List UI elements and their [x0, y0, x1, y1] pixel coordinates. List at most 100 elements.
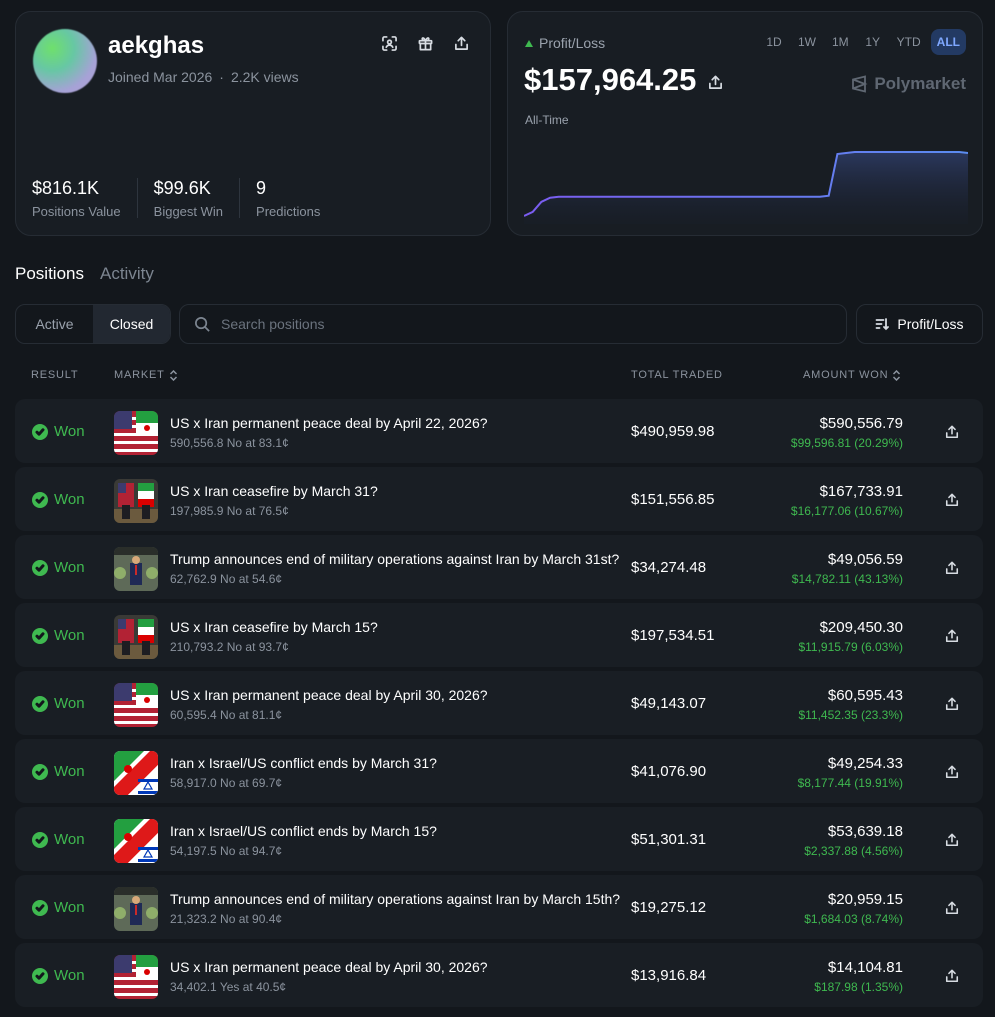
- market-title[interactable]: US x Iran ceasefire by March 15?: [170, 619, 378, 635]
- timeframe-all[interactable]: ALL: [930, 29, 966, 55]
- share-icon[interactable]: [945, 697, 959, 711]
- scan-icon[interactable]: [380, 34, 398, 52]
- search-input[interactable]: [221, 316, 821, 332]
- result-label: Won: [54, 763, 85, 780]
- share-icon[interactable]: [945, 901, 959, 915]
- tab-activity[interactable]: Activity: [100, 264, 154, 284]
- table-row[interactable]: Won US x Iran permanent peace deal by Ap…: [15, 399, 983, 463]
- gift-icon[interactable]: [416, 34, 434, 52]
- amount-won: $49,056.59: [827, 551, 903, 568]
- table-row[interactable]: Won US x Iran permanent peace deal by Ap…: [15, 943, 983, 1007]
- result-badge: Won: [32, 831, 85, 848]
- table-row[interactable]: Won Iran x Israel/US conflict ends by Ma…: [15, 739, 983, 803]
- stat-positions-value: $816.1K Positions Value: [32, 178, 138, 219]
- check-circle-icon: [32, 491, 48, 508]
- share-icon[interactable]: [945, 493, 959, 507]
- result-label: Won: [54, 899, 85, 916]
- status-toggle: Active Closed: [15, 304, 171, 344]
- market-position-detail: 58,917.0 No at 69.7¢: [170, 776, 283, 790]
- market-title[interactable]: Iran x Israel/US conflict ends by March …: [170, 823, 437, 839]
- pnl-card: Profit/Loss 1D 1W 1M 1Y YTD ALL $157,964…: [507, 11, 983, 236]
- header-amount-won[interactable]: AMOUNT WON: [803, 369, 901, 381]
- timeframe-1y[interactable]: 1Y: [859, 29, 887, 55]
- market-title[interactable]: Trump announces end of military operatio…: [170, 551, 619, 567]
- market-thumbnail[interactable]: [114, 955, 158, 999]
- result-badge: Won: [32, 967, 85, 984]
- market-title[interactable]: Trump announces end of military operatio…: [170, 891, 620, 907]
- timeframe-1w[interactable]: 1W: [792, 29, 822, 55]
- check-circle-icon: [32, 831, 48, 848]
- profit-percentage: $187.98 (1.35%): [814, 980, 903, 994]
- market-thumbnail[interactable]: [114, 479, 158, 523]
- market-title[interactable]: US x Iran permanent peace deal by April …: [170, 415, 488, 431]
- up-triangle-icon: [525, 39, 533, 47]
- stat-biggest-win: $99.6K Biggest Win: [153, 178, 241, 219]
- profit-percentage: $1,684.03 (8.74%): [804, 912, 903, 926]
- market-thumbnail[interactable]: [114, 683, 158, 727]
- result-label: Won: [54, 423, 85, 440]
- share-icon[interactable]: [945, 833, 959, 847]
- result-badge: Won: [32, 559, 85, 576]
- stat-value: $99.6K: [153, 178, 211, 198]
- profit-percentage: $2,337.88 (4.56%): [804, 844, 903, 858]
- market-thumbnail[interactable]: [114, 751, 158, 795]
- tab-positions[interactable]: Positions: [15, 264, 84, 284]
- segment-closed[interactable]: Closed: [93, 305, 170, 343]
- avatar[interactable]: [33, 29, 97, 93]
- share-icon[interactable]: [945, 629, 959, 643]
- market-title[interactable]: Iran x Israel/US conflict ends by March …: [170, 755, 437, 771]
- market-title[interactable]: US x Iran ceasefire by March 31?: [170, 483, 378, 499]
- header-market[interactable]: MARKET: [114, 369, 178, 381]
- market-thumbnail[interactable]: [114, 887, 158, 931]
- pnl-value: $157,964.25: [524, 62, 723, 98]
- header-total-traded-label: TOTAL TRADED: [631, 369, 723, 381]
- profit-percentage: $99,596.81 (20.29%): [790, 436, 903, 450]
- result-label: Won: [54, 967, 85, 984]
- market-thumbnail[interactable]: [114, 411, 158, 455]
- stat-label: Predictions: [256, 204, 321, 219]
- profit-percentage: $8,177.44 (19.91%): [797, 776, 903, 790]
- check-circle-icon: [32, 559, 48, 576]
- table-row[interactable]: Won US x Iran permanent peace deal by Ap…: [15, 671, 983, 735]
- share-icon[interactable]: [945, 765, 959, 779]
- share-icon[interactable]: [945, 969, 959, 983]
- share-icon[interactable]: [945, 561, 959, 575]
- header-amount-won-label: AMOUNT WON: [803, 369, 889, 381]
- separator-dot: ·: [219, 69, 224, 85]
- timeframe-1m[interactable]: 1M: [826, 29, 855, 55]
- table-row[interactable]: Won US x Iran ceasefire by March 15? 210…: [15, 603, 983, 667]
- total-traded: $490,959.98: [631, 423, 715, 440]
- amount-won: $14,104.81: [827, 959, 903, 976]
- table-row[interactable]: Won Trump announces end of military oper…: [15, 875, 983, 939]
- market-thumbnail[interactable]: [114, 819, 158, 863]
- check-circle-icon: [32, 627, 48, 644]
- segment-active[interactable]: Active: [16, 305, 93, 343]
- profit-percentage: $14,782.11 (43.13%): [791, 572, 903, 586]
- stat-label: Positions Value: [32, 204, 121, 219]
- result-label: Won: [54, 831, 85, 848]
- market-thumbnail[interactable]: [114, 615, 158, 659]
- header-total-traded: TOTAL TRADED: [631, 369, 723, 381]
- share-icon[interactable]: [945, 425, 959, 439]
- table-row[interactable]: Won Trump announces end of military oper…: [15, 535, 983, 599]
- share-icon[interactable]: [452, 34, 470, 52]
- share-icon[interactable]: [708, 62, 723, 98]
- market-title[interactable]: US x Iran permanent peace deal by April …: [170, 959, 488, 975]
- market-title[interactable]: US x Iran permanent peace deal by April …: [170, 687, 488, 703]
- timeframe-ytd[interactable]: YTD: [891, 29, 927, 55]
- check-circle-icon: [32, 695, 48, 712]
- table-row[interactable]: Won US x Iran ceasefire by March 31? 197…: [15, 467, 983, 531]
- stat-predictions: 9 Predictions: [256, 178, 336, 219]
- check-circle-icon: [32, 967, 48, 984]
- market-thumbnail[interactable]: [114, 547, 158, 591]
- header-result-label: RESULT: [31, 369, 79, 381]
- table-row[interactable]: Won Iran x Israel/US conflict ends by Ma…: [15, 807, 983, 871]
- search-icon: [195, 316, 210, 332]
- sort-icon: [876, 318, 890, 331]
- timeframe-selector: 1D 1W 1M 1Y YTD ALL: [760, 29, 966, 55]
- section-tabs: Positions Activity: [15, 264, 154, 284]
- sort-button[interactable]: Profit/Loss: [856, 304, 983, 344]
- timeframe-1d[interactable]: 1D: [760, 29, 788, 55]
- header-result: RESULT: [31, 369, 78, 381]
- search-box: [179, 304, 847, 344]
